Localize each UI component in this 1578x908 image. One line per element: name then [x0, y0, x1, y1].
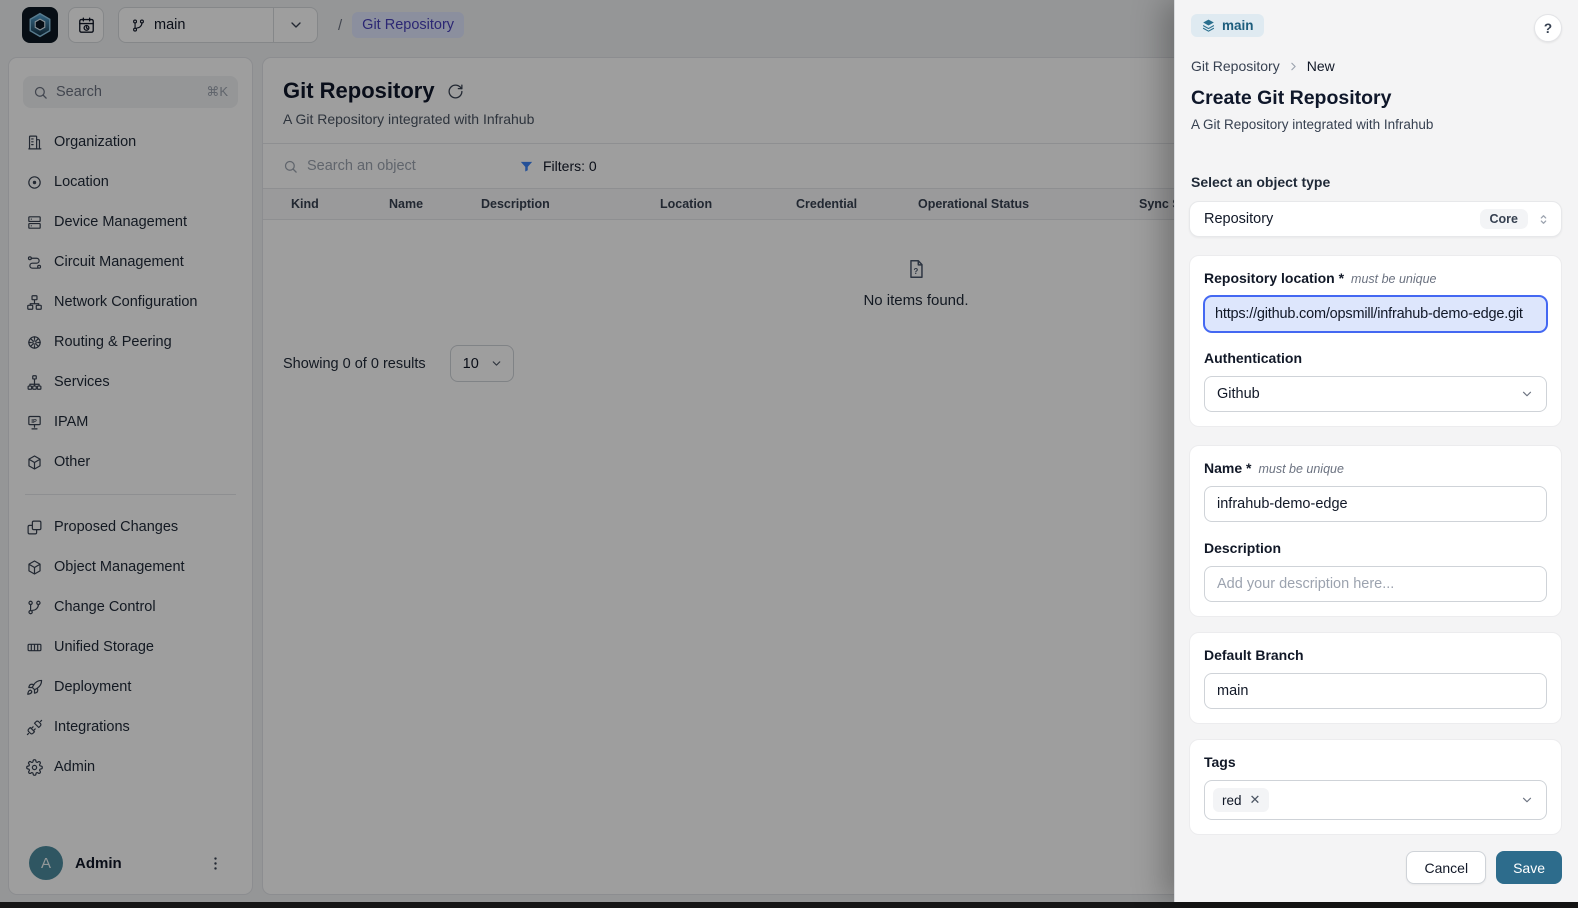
drawer-header: main ?: [1189, 14, 1562, 42]
create-drawer: main ? Git Repository New Create Git Rep…: [1174, 0, 1578, 902]
remove-tag-icon[interactable]: ✕: [1250, 792, 1261, 808]
object-type-value: Repository: [1204, 211, 1472, 227]
drawer-breadcrumb: Git Repository New: [1191, 58, 1562, 74]
namespace-badge: Core: [1480, 209, 1528, 229]
object-type-label: Select an object type: [1191, 174, 1562, 190]
chevron-right-icon: [1287, 60, 1300, 73]
help-button[interactable]: ?: [1534, 14, 1562, 42]
selector-icon: [1536, 212, 1551, 227]
field-label: Description: [1204, 540, 1281, 556]
tag-label: red: [1222, 793, 1242, 808]
drawer-title: Create Git Repository: [1191, 87, 1562, 110]
save-button[interactable]: Save: [1496, 851, 1562, 884]
chevron-down-icon: [1520, 387, 1534, 401]
field-label: Tags: [1204, 754, 1236, 770]
name-field[interactable]: [1204, 486, 1547, 522]
tag-chip: red ✕: [1213, 788, 1269, 812]
field-label: Name *: [1204, 460, 1251, 476]
branch-badge: main: [1191, 14, 1264, 37]
breadcrumb-parent[interactable]: Git Repository: [1191, 58, 1280, 74]
drawer-actions: Cancel Save: [1189, 851, 1562, 884]
cancel-button[interactable]: Cancel: [1406, 851, 1486, 884]
description-field[interactable]: [1204, 566, 1547, 602]
chevron-down-icon: [1520, 793, 1534, 807]
field-label: Default Branch: [1204, 647, 1304, 663]
branch-badge-label: main: [1222, 18, 1254, 33]
form-card-name: Name * must be unique Description: [1189, 445, 1562, 617]
layers-icon: [1201, 18, 1216, 33]
form-card-default-branch: Default Branch: [1189, 632, 1562, 724]
default-branch-field[interactable]: [1204, 673, 1547, 709]
breadcrumb-current: New: [1307, 58, 1335, 74]
repository-location-field[interactable]: [1204, 296, 1547, 332]
field-label: Authentication: [1204, 350, 1302, 366]
object-type-select[interactable]: Repository Core: [1189, 201, 1562, 237]
field-label: Repository location *: [1204, 270, 1344, 286]
field-hint: must be unique: [1258, 462, 1343, 476]
authentication-select[interactable]: Github: [1204, 376, 1547, 412]
field-hint: must be unique: [1351, 272, 1436, 286]
form-card-tags: Tags red ✕: [1189, 739, 1562, 835]
form-card-repository: Repository location * must be unique Aut…: [1189, 255, 1562, 427]
tags-multiselect[interactable]: red ✕: [1204, 780, 1547, 820]
app-background: main / Git Repository Search ⌘K: [0, 0, 1578, 902]
drawer-subtitle: A Git Repository integrated with Infrahu…: [1191, 117, 1562, 132]
authentication-value: Github: [1217, 386, 1520, 402]
